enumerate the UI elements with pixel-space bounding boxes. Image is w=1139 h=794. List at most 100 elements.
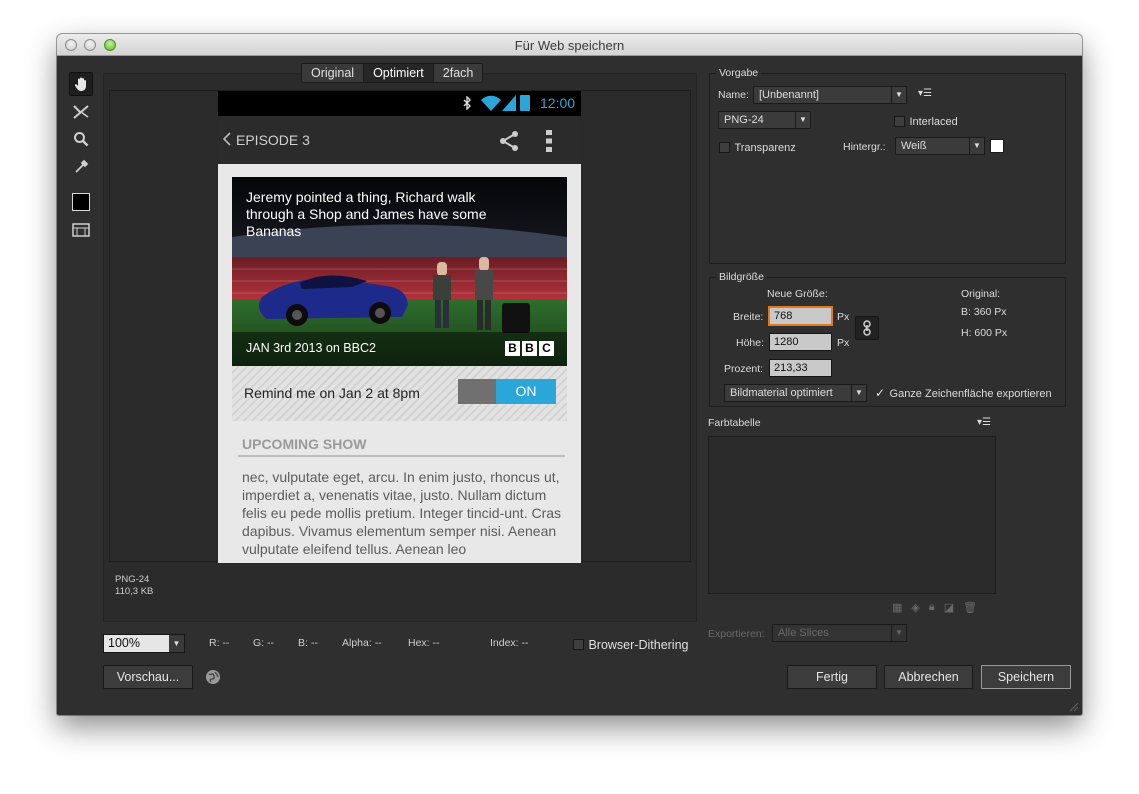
- tab-optimized[interactable]: Optimiert: [364, 64, 434, 82]
- original-height: H: 600 Px: [961, 327, 1008, 339]
- export-artboard-option[interactable]: ✓ Ganze Zeichenfläche exportieren: [875, 384, 1052, 402]
- phone-app-bar: EPISODE 3: [218, 116, 581, 164]
- constrain-proportions-link-icon[interactable]: [855, 316, 879, 340]
- back-chevron-icon: [223, 132, 231, 146]
- shift-to-web-palette-icon[interactable]: ◈: [911, 601, 919, 614]
- cancel-button[interactable]: Abbrechen: [884, 665, 973, 689]
- zoom-level-select[interactable]: 100% ▼: [103, 634, 185, 653]
- file-format: PNG-24: [115, 574, 150, 585]
- episode-title: EPISODE 3: [236, 132, 310, 148]
- tab-2-up[interactable]: 2fach: [434, 64, 483, 82]
- alpha-readout: Alpha: --: [342, 637, 382, 649]
- resample-quality-select[interactable]: Bildmaterial optimiert ▼: [724, 384, 867, 402]
- matte-value: Weiß: [901, 140, 927, 152]
- dropdown-arrow-icon[interactable]: ▼: [169, 635, 184, 652]
- zoom-level-value: 100%: [108, 636, 140, 650]
- overflow-menu-icon: [546, 130, 552, 152]
- resample-quality-value: Bildmaterial optimiert: [730, 387, 833, 399]
- zoom-tool-icon[interactable]: [69, 127, 93, 151]
- preview-button[interactable]: Vorschau...: [103, 665, 193, 689]
- share-icon: [500, 131, 518, 151]
- width-label: Breite:: [733, 311, 764, 323]
- height-unit: Px: [837, 337, 850, 349]
- reminder-text: Remind me on Jan 2 at 8pm: [244, 385, 420, 401]
- lock-color-icon[interactable]: 🔒︎: [929, 601, 935, 614]
- height-label: Höhe:: [736, 337, 765, 349]
- interlaced-label: Interlaced: [909, 115, 958, 128]
- phone-clock: 12:00: [540, 95, 576, 111]
- upcoming-divider: [238, 455, 565, 457]
- checkmark-icon[interactable]: ✓: [875, 386, 885, 400]
- eyedropper-tool-icon[interactable]: [69, 155, 93, 179]
- globe-icon[interactable]: [205, 669, 221, 685]
- upcoming-show-heading: UPCOMING SHOW: [242, 436, 367, 452]
- file-format-value: PNG-24: [724, 114, 764, 126]
- toggle-on-label: ON: [496, 379, 556, 404]
- index-readout: Index: --: [490, 637, 529, 649]
- interlaced-checkbox[interactable]: [894, 116, 905, 128]
- interlaced-option[interactable]: Interlaced: [894, 113, 958, 131]
- preset-menu-icon[interactable]: ▾☰: [918, 88, 932, 99]
- view-tabs: Original Optimiert 2fach: [301, 63, 484, 83]
- file-format-select[interactable]: PNG-24 ▼: [718, 111, 811, 129]
- image-size-panel-title: Bildgröße: [716, 271, 767, 283]
- export-label: Exportieren:: [708, 628, 765, 640]
- color-table-title: Farbtabelle: [708, 417, 761, 429]
- episode-air-date: JAN 3rd 2013 on BBC2: [246, 341, 376, 355]
- transparency-option[interactable]: Transparenz: [719, 139, 796, 157]
- preset-name-select[interactable]: [Unbenannt] ▼: [753, 86, 907, 104]
- browser-dithering-checkbox[interactable]: [573, 639, 584, 651]
- green-readout: G: --: [253, 637, 274, 649]
- percent-input[interactable]: 213,33: [769, 359, 832, 377]
- export-artboard-label: Ganze Zeichenfläche exportieren: [889, 388, 1052, 400]
- battery-icon: [520, 95, 530, 111]
- dropdown-arrow-icon: ▼: [795, 112, 810, 128]
- matte-select[interactable]: Weiß ▼: [895, 137, 985, 155]
- browser-dithering-label: Browser-Dithering: [588, 637, 689, 652]
- reminder-row: Remind me on Jan 2 at 8pm ON: [232, 366, 567, 421]
- export-slices-value: Alle Slices: [778, 627, 829, 639]
- color-table-actions: ▦ ◈ 🔒︎ ◪ 🗑︎: [892, 601, 977, 614]
- transparency-checkbox[interactable]: [719, 142, 730, 154]
- new-size-label: Neue Größe:: [767, 288, 828, 300]
- phone-status-bar: 12:00: [218, 91, 581, 116]
- hand-tool-icon[interactable]: [69, 72, 93, 96]
- preset-panel-title: Vorgabe: [716, 67, 762, 79]
- save-button[interactable]: Speichern: [981, 665, 1071, 689]
- original-size-label: Original:: [961, 288, 1001, 300]
- toggle-slices-visibility-icon[interactable]: [69, 218, 93, 242]
- color-table[interactable]: [708, 436, 996, 594]
- matte-label: Hintergr.:: [843, 141, 886, 153]
- original-width: B: 360 Px: [961, 306, 1007, 318]
- status-bar: 100% ▼ R: -- G: -- B: -- Alpha: -- Hex: …: [103, 634, 703, 654]
- episode-card-title: Jeremy pointed a thing, Richard walk thr…: [246, 189, 487, 239]
- delete-color-icon[interactable]: 🗑︎: [963, 601, 977, 614]
- upcoming-show-text: nec, vulputate eget, arcu. In enim justo…: [242, 469, 562, 557]
- reminder-toggle: ON: [458, 379, 556, 404]
- preset-name-value: [Unbenannt]: [759, 89, 819, 101]
- eyedropper-color-swatch[interactable]: [69, 190, 93, 214]
- width-input[interactable]: 768: [769, 307, 832, 325]
- matte-color-swatch[interactable]: [990, 139, 1004, 153]
- signal-icon: [502, 95, 516, 111]
- wifi-icon: [481, 95, 501, 111]
- tab-original[interactable]: Original: [302, 64, 365, 82]
- transparency-label: Transparenz: [734, 141, 796, 154]
- height-input[interactable]: 1280: [769, 333, 832, 351]
- color-table-menu-icon[interactable]: ▾☰: [977, 417, 991, 428]
- save-for-web-dialog: Für Web speichern Original Optimiert 2fa…: [57, 34, 1082, 715]
- episode-card: Jeremy pointed a thing, Richard walk thr…: [232, 177, 567, 366]
- bbc-logo: B B C: [505, 341, 554, 356]
- done-button[interactable]: Fertig: [787, 665, 877, 689]
- new-color-icon[interactable]: ◪: [944, 601, 954, 614]
- title-bar: Für Web speichern: [57, 34, 1082, 56]
- export-slices-select[interactable]: Alle Slices ▼: [772, 624, 907, 642]
- dropdown-arrow-icon: ▼: [851, 385, 866, 401]
- file-size: 110,3 KB: [115, 586, 154, 597]
- dropdown-arrow-icon: ▼: [891, 87, 906, 103]
- bluetooth-icon: [463, 96, 471, 110]
- resize-grip-icon[interactable]: [1069, 702, 1079, 712]
- map-to-web-icon[interactable]: ▦: [892, 601, 902, 614]
- slice-select-tool-icon[interactable]: [69, 100, 93, 124]
- browser-dithering-option[interactable]: Browser-Dithering: [573, 636, 688, 654]
